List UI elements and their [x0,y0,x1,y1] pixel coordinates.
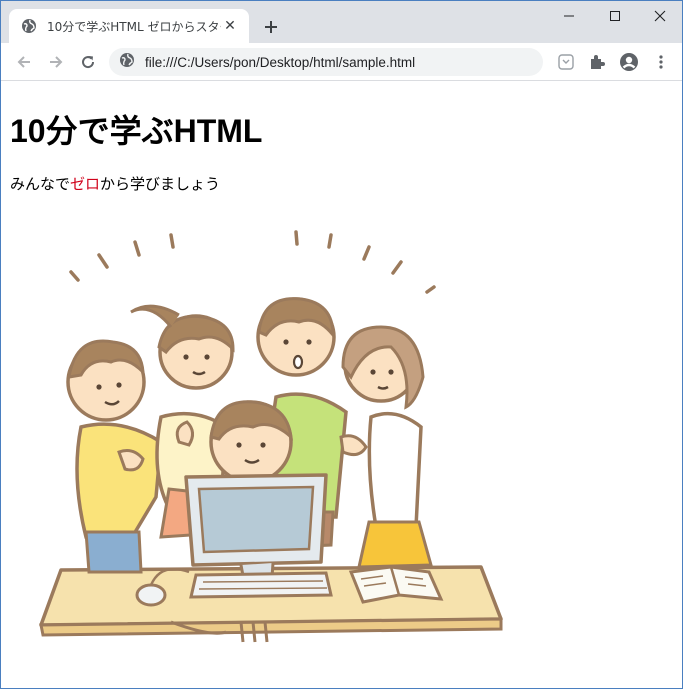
forward-arrow-icon [50,56,63,68]
puzzle-icon [591,55,605,69]
close-window-button[interactable] [637,1,682,31]
new-tab-button[interactable] [259,15,283,39]
menu-dots-icon [659,55,663,69]
maximize-button[interactable] [592,1,638,31]
tab-active[interactable]: 10分で学ぶHTML ゼロからスタート ✕ [9,9,249,43]
plus-icon [265,21,277,33]
paragraph-accent-text: ゼロ [70,175,101,193]
tab-close-icon[interactable]: ✕ [221,17,239,35]
paragraph-text-start: みんなで [10,175,71,193]
maximize-icon [610,11,620,21]
reload-button[interactable] [74,48,102,76]
browser-window: 10分で学ぶHTML ゼロからスタート ✕ [0,0,683,689]
paragraph-text-end: から学びましょう [100,175,221,193]
pocket-extension-button[interactable] [552,48,580,76]
pocket-icon [558,54,574,70]
extensions-button[interactable] [583,48,611,76]
address-bar[interactable]: file:///C:/Users/pon/Desktop/html/sample… [109,48,543,76]
back-button[interactable] [10,48,38,76]
children-computer-illustration [39,230,503,643]
browser-toolbar: file:///C:/Users/pon/Desktop/html/sample… [1,43,682,81]
site-info-icon[interactable] [119,52,135,72]
page-heading: 10分で学ぶHTML [10,113,263,149]
back-arrow-icon [17,56,30,68]
reload-icon [82,56,95,69]
minimize-button[interactable] [546,1,592,31]
page-paragraph: みんなでゼロから学びましょう [10,173,220,194]
forward-button[interactable] [42,48,70,76]
close-icon [654,10,666,22]
profile-icon [620,53,638,71]
browser-menu-button[interactable] [647,48,675,76]
page-content: 10分で学ぶHTML みんなでゼロから学びましょう [1,82,682,688]
url-text[interactable]: file:///C:/Users/pon/Desktop/html/sample… [145,55,415,70]
profile-button[interactable] [615,48,643,76]
minimize-icon [564,15,574,17]
globe-icon [21,18,37,34]
tab-strip: 10分で学ぶHTML ゼロからスタート ✕ [1,1,682,43]
tab-title: 10分で学ぶHTML ゼロからスタート [47,19,221,34]
